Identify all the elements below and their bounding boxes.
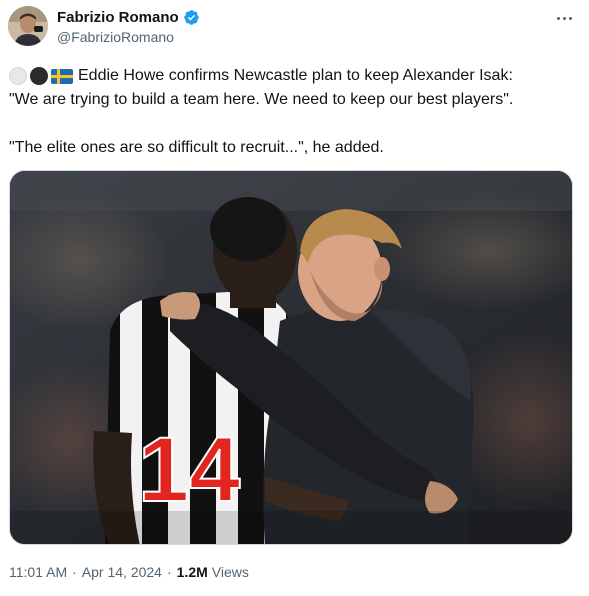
meta-separator: · [166,564,172,580]
author-name-text[interactable]: Fabrizio Romano [57,9,179,26]
tweet-text-line2: "We are trying to build a team here. We … [9,91,514,108]
author-avatar[interactable] [8,6,48,46]
tweet-line-1: Eddie Howe confirms Newcastle plan to ke… [9,64,579,88]
tweet-time[interactable]: 11:01 AM [9,564,67,580]
more-dot-icon [556,16,560,20]
photo-image: 14 [10,171,572,544]
tweet-text-line3: "The elite ones are so difficult to recr… [9,139,384,156]
views-count: 1.2M [176,564,208,580]
more-dot-icon [562,16,566,20]
white-circle-icon [9,67,27,85]
views-label: Views [211,564,249,580]
tweet-text-line1: Eddie Howe confirms Newcastle plan to ke… [78,67,513,84]
avatar-photo [8,6,48,46]
verified-badge-icon [183,10,199,25]
author-name[interactable]: Fabrizio Romano [57,9,200,26]
author-handle[interactable]: @FabrizioRomano [57,29,174,45]
tweet-text: Eddie Howe confirms Newcastle plan to ke… [9,64,579,160]
tweet-meta: 11:01 AM · Apr 14, 2024 · 1.2M Views [9,564,249,580]
meta-separator: · [72,564,77,580]
tweet-line-2: "We are trying to build a team here. We … [9,88,579,112]
more-options-button[interactable] [551,8,577,28]
more-dot-icon [568,16,572,20]
tweet-date[interactable]: Apr 14, 2024 [82,564,162,580]
tweet-card: Fabrizio Romano @FabrizioRomano Eddie Ho… [0,0,589,596]
tweet-photo[interactable]: 14 [9,170,573,545]
black-circle-icon [30,67,48,85]
tweet-line-3: "The elite ones are so difficult to recr… [9,136,579,160]
sweden-flag-icon [51,68,73,84]
shirt-number: 14 [138,419,240,521]
